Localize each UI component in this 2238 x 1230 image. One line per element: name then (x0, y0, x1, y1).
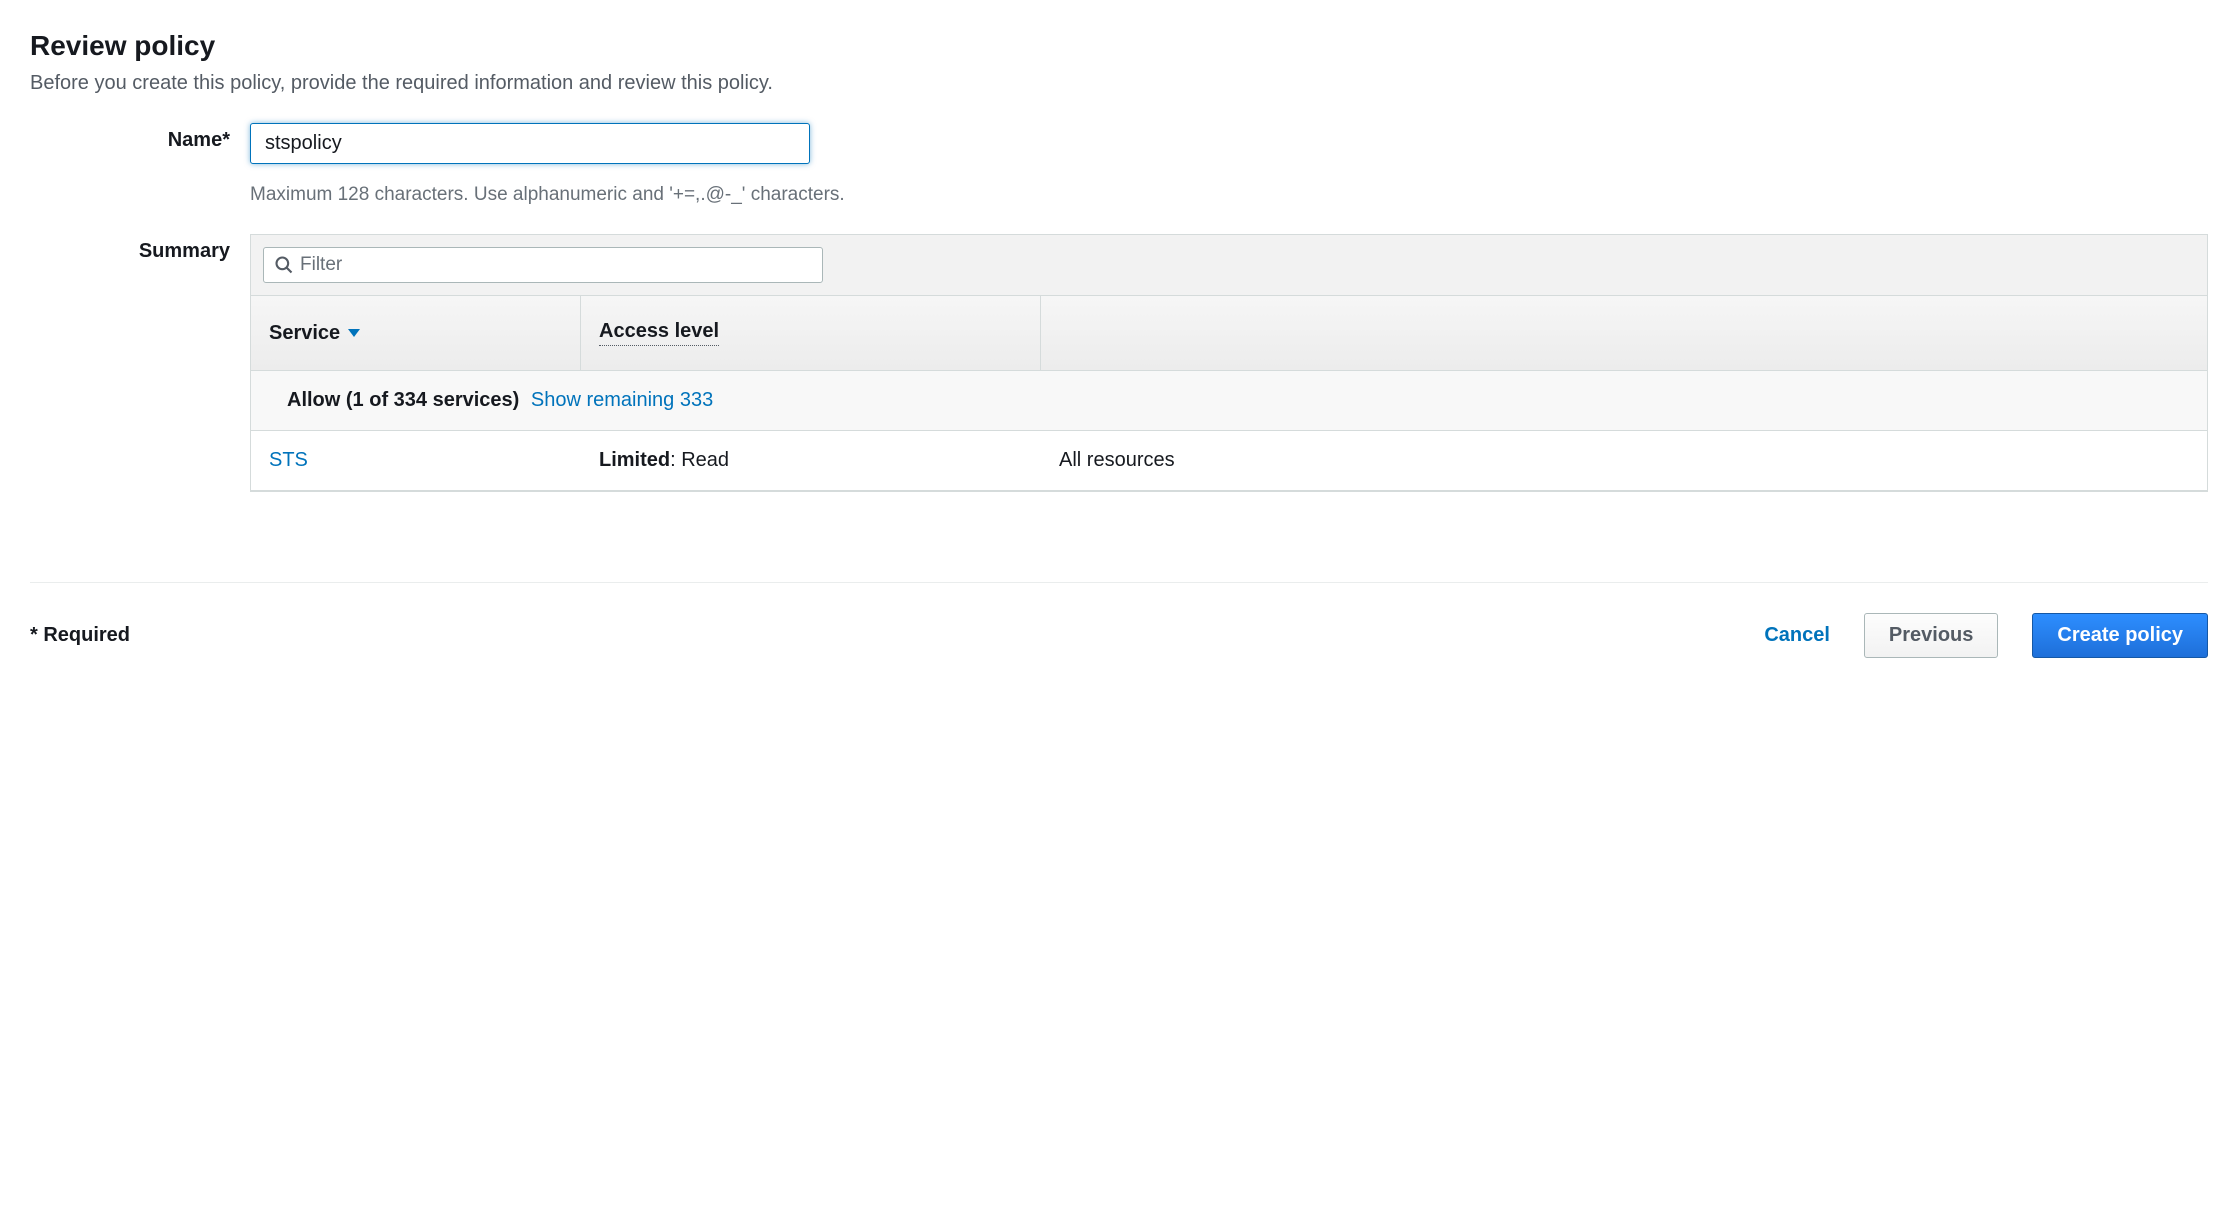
search-icon (274, 255, 294, 275)
column-access-label: Access level (599, 320, 719, 346)
service-link[interactable]: STS (251, 431, 581, 490)
allow-count-text: Allow (1 of 334 services) (287, 389, 519, 411)
previous-button[interactable]: Previous (1864, 613, 1998, 658)
footer: * Required Cancel Previous Create policy (30, 582, 2208, 658)
name-label: Name* (30, 123, 250, 152)
page-subtitle: Before you create this policy, provide t… (30, 72, 2208, 95)
column-service[interactable]: Service (251, 296, 581, 370)
name-help-text: Maximum 128 characters. Use alphanumeric… (250, 184, 2208, 206)
summary-row: Summary Service Access level Allow (1 of… (30, 234, 2208, 492)
filter-input[interactable] (300, 254, 812, 276)
show-remaining-link[interactable]: Show remaining 333 (531, 389, 713, 411)
footer-actions: Cancel Previous Create policy (1764, 613, 2208, 658)
table-row: STS Limited: Read All resources (251, 431, 2207, 491)
policy-name-input[interactable] (250, 123, 810, 164)
resource-cell: All resources (1041, 431, 2207, 490)
access-level-cell: Limited: Read (581, 431, 1041, 490)
filter-input-wrap[interactable] (263, 247, 823, 283)
filter-bar (251, 235, 2207, 296)
table-header: Service Access level (251, 296, 2207, 370)
summary-label: Summary (30, 234, 250, 263)
summary-panel: Service Access level Allow (1 of 334 ser… (250, 234, 2208, 492)
caret-down-icon (348, 329, 360, 337)
required-note: * Required (30, 624, 130, 647)
allow-group-row: Allow (1 of 334 services) Show remaining… (251, 370, 2207, 431)
page-title: Review policy (30, 30, 2208, 62)
column-access-level[interactable]: Access level (581, 296, 1041, 370)
column-resource (1041, 296, 2207, 370)
create-policy-button[interactable]: Create policy (2032, 613, 2208, 658)
column-service-label: Service (269, 322, 340, 345)
cancel-button[interactable]: Cancel (1764, 624, 1830, 647)
name-row: Name* Maximum 128 characters. Use alphan… (30, 123, 2208, 206)
